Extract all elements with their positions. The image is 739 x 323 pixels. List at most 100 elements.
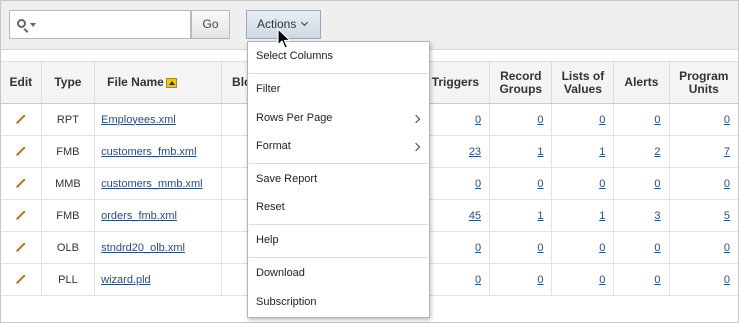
lovs-cell: 0 <box>551 263 615 296</box>
menu-item-select-columns[interactable]: Select Columns <box>256 50 333 62</box>
col-lists-of-values[interactable]: Lists of Values <box>551 61 615 104</box>
program-units-link[interactable]: 0 <box>724 114 730 126</box>
edit-cell[interactable] <box>1 199 42 232</box>
col-program-units[interactable]: Program Units <box>669 61 738 104</box>
col-type[interactable]: Type <box>41 61 96 104</box>
alerts-cell: 0 <box>613 231 670 264</box>
record-groups-link[interactable]: 1 <box>537 210 543 222</box>
type-cell: OLB <box>41 231 96 264</box>
search-icon[interactable] <box>17 19 26 28</box>
pencil-icon[interactable] <box>15 208 27 220</box>
program-units-link[interactable]: 0 <box>724 274 730 286</box>
triggers-cell: 0 <box>420 231 491 264</box>
alerts-link[interactable]: 0 <box>654 178 660 190</box>
record-groups-link[interactable]: 0 <box>537 178 543 190</box>
record-groups-cell: 1 <box>489 135 553 168</box>
program-units-cell: 0 <box>669 263 738 296</box>
program-units-link[interactable]: 7 <box>724 146 730 158</box>
file-link[interactable]: Employees.xml <box>101 114 176 126</box>
menu-item-rows-per-page[interactable]: Rows Per Page <box>256 112 421 124</box>
menu-item-save-report[interactable]: Save Report <box>256 173 317 185</box>
triggers-link[interactable]: 0 <box>475 178 481 190</box>
alerts-cell: 2 <box>613 135 670 168</box>
file-name-cell: stndrd20_olb.xml <box>94 231 223 264</box>
alerts-cell: 0 <box>613 103 670 136</box>
search-input[interactable] <box>39 15 191 36</box>
menu-item-help[interactable]: Help <box>256 234 279 246</box>
record-groups-link[interactable]: 0 <box>537 242 543 254</box>
triggers-link[interactable]: 0 <box>475 114 481 126</box>
chevron-down-icon <box>301 18 309 27</box>
pencil-icon[interactable] <box>15 272 27 284</box>
file-link[interactable]: orders_fmb.xml <box>101 210 177 222</box>
col-edit[interactable]: Edit <box>1 61 42 104</box>
program-units-cell: 0 <box>669 231 738 264</box>
record-groups-link[interactable]: 0 <box>537 274 543 286</box>
program-units-cell: 0 <box>669 167 738 200</box>
record-groups-cell: 0 <box>489 231 553 264</box>
triggers-link[interactable]: 0 <box>475 274 481 286</box>
lovs-link[interactable]: 0 <box>599 242 605 254</box>
search-box[interactable] <box>9 10 191 39</box>
edit-cell[interactable] <box>1 135 42 168</box>
lovs-link[interactable]: 1 <box>599 210 605 222</box>
record-groups-cell: 0 <box>489 167 553 200</box>
program-units-link[interactable]: 5 <box>724 210 730 222</box>
edit-cell[interactable] <box>1 103 42 136</box>
interactive-report: Go Actions Edit Type File Name Bloc Trig… <box>0 0 739 323</box>
menu-separator <box>249 163 428 164</box>
edit-cell[interactable] <box>1 231 42 264</box>
col-record-groups[interactable]: Record Groups <box>489 61 553 104</box>
col-file-name[interactable]: File Name <box>94 61 223 104</box>
menu-item-subscription[interactable]: Subscription <box>256 296 317 308</box>
menu-item-reset[interactable]: Reset <box>256 201 285 213</box>
type-cell: PLL <box>41 263 96 296</box>
program-units-cell: 7 <box>669 135 738 168</box>
lovs-link[interactable]: 0 <box>599 274 605 286</box>
file-link[interactable]: customers_fmb.xml <box>101 146 196 158</box>
record-groups-link[interactable]: 1 <box>537 146 543 158</box>
col-triggers[interactable]: Triggers <box>420 61 491 104</box>
menu-item-filter[interactable]: Filter <box>256 83 280 95</box>
triggers-link[interactable]: 45 <box>469 210 481 222</box>
lovs-link[interactable]: 1 <box>599 146 605 158</box>
pencil-icon[interactable] <box>15 240 27 252</box>
col-alerts[interactable]: Alerts <box>613 61 670 104</box>
sort-ascending-icon[interactable] <box>165 77 177 88</box>
alerts-cell: 3 <box>613 199 670 232</box>
triggers-link[interactable]: 0 <box>475 242 481 254</box>
program-units-link[interactable]: 0 <box>724 242 730 254</box>
file-name-cell: Employees.xml <box>94 103 223 136</box>
file-link[interactable]: wizard.pld <box>101 274 151 286</box>
alerts-link[interactable]: 3 <box>654 210 660 222</box>
edit-cell[interactable] <box>1 167 42 200</box>
edit-cell[interactable] <box>1 263 42 296</box>
pencil-icon[interactable] <box>15 176 27 188</box>
file-link[interactable]: customers_mmb.xml <box>101 178 202 190</box>
menu-item-download[interactable]: Download <box>256 267 305 279</box>
lovs-link[interactable]: 0 <box>599 178 605 190</box>
lovs-cell: 0 <box>551 231 615 264</box>
pencil-icon[interactable] <box>15 112 27 124</box>
lovs-link[interactable]: 0 <box>599 114 605 126</box>
program-units-link[interactable]: 0 <box>724 178 730 190</box>
triggers-cell: 23 <box>420 135 491 168</box>
record-groups-link[interactable]: 0 <box>537 114 543 126</box>
alerts-link[interactable]: 0 <box>654 114 660 126</box>
alerts-link[interactable]: 0 <box>654 242 660 254</box>
pencil-icon[interactable] <box>15 144 27 156</box>
record-groups-cell: 1 <box>489 199 553 232</box>
file-name-cell: orders_fmb.xml <box>94 199 223 232</box>
menu-item-format[interactable]: Format <box>256 140 421 152</box>
file-link[interactable]: stndrd20_olb.xml <box>101 242 185 254</box>
rows-per-page-label: Rows Per Page <box>256 112 333 124</box>
triggers-cell: 0 <box>420 103 491 136</box>
alerts-link[interactable]: 0 <box>654 274 660 286</box>
chevron-down-icon[interactable] <box>30 23 36 27</box>
record-groups-cell: 0 <box>489 263 553 296</box>
mouse-pointer-icon <box>277 28 291 49</box>
triggers-link[interactable]: 23 <box>469 146 481 158</box>
go-button[interactable]: Go <box>191 10 230 39</box>
actions-menu: Select Columns Filter Rows Per Page Form… <box>247 41 430 318</box>
alerts-link[interactable]: 2 <box>654 146 660 158</box>
